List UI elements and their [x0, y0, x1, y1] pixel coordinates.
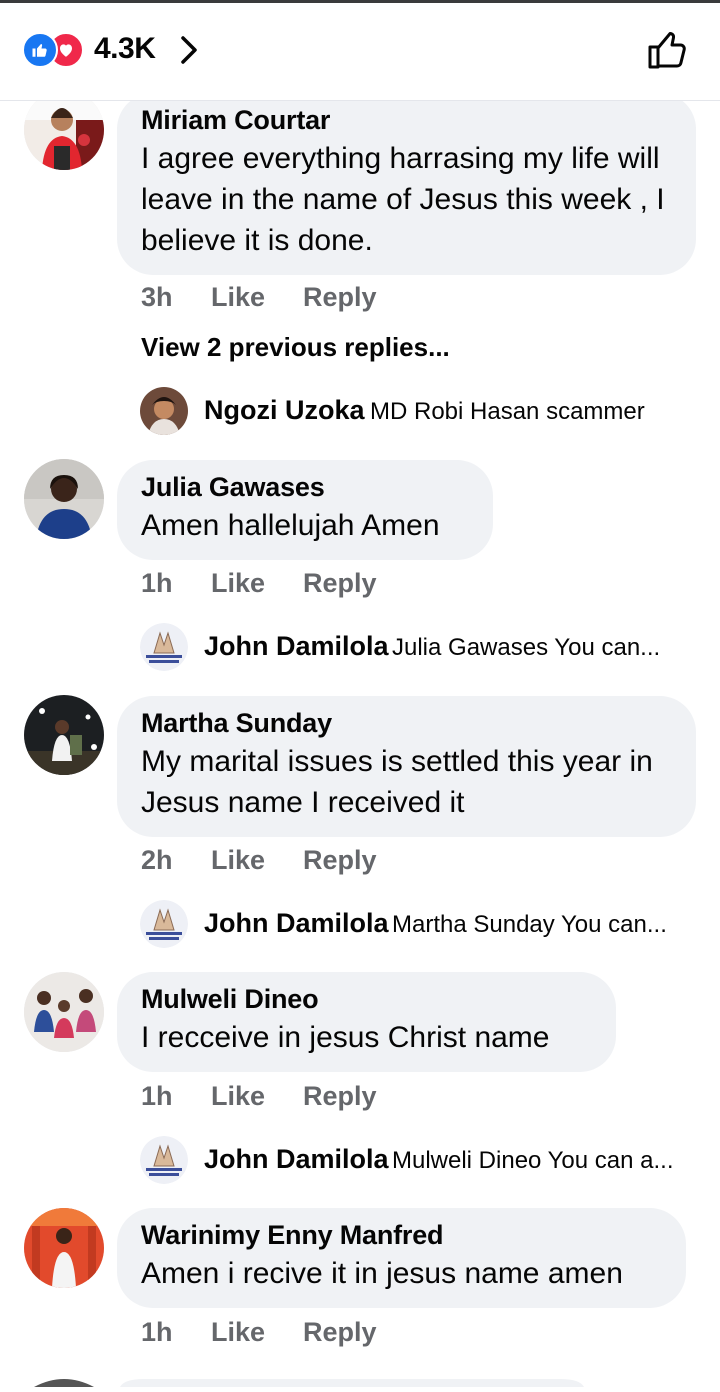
comment-bubble[interactable]: Warinimy Enny Manfred Amen i recive it i… — [117, 1208, 686, 1308]
comment-bubble[interactable]: Miriam Courtar I agree everything harras… — [117, 93, 696, 275]
comment-text: My marital issues is settled this year i… — [141, 745, 653, 819]
reactions-bar: 4.3K — [0, 0, 720, 101]
comment-author[interactable]: Warinimy Enny Manfred — [141, 1218, 662, 1252]
reply-preview[interactable]: John Damilola Martha Sunday You can... — [140, 900, 700, 948]
comment-text: Amen hallelujah Amen — [141, 509, 440, 542]
reply-avatar[interactable] — [140, 1136, 188, 1184]
reply-text: Julia Gawases You can... — [392, 634, 661, 661]
reply-button[interactable]: Reply — [303, 1317, 377, 1348]
reply-avatar[interactable] — [140, 387, 188, 435]
view-previous-replies-link[interactable]: View 2 previous replies... — [141, 332, 450, 363]
thumbs-up-outline-icon[interactable] — [646, 28, 690, 77]
comment-text: Amen i recive it in jesus name amen — [141, 1257, 623, 1290]
comment-bubble[interactable]: Julia Gawases Amen hallelujah Amen — [117, 460, 493, 560]
next-comment-partial — [0, 1374, 720, 1387]
avatar[interactable] — [24, 459, 104, 539]
reply-text: Mulweli Dineo You can a... — [392, 1147, 674, 1174]
reaction-count[interactable]: 4.3K — [94, 32, 156, 66]
reply-avatar[interactable] — [140, 623, 188, 671]
like-reaction-icon — [22, 32, 58, 68]
reply-preview[interactable]: John Damilola Julia Gawases You can... — [140, 623, 700, 671]
reply-button[interactable]: Reply — [303, 1081, 377, 1112]
comment-author[interactable]: Julia Gawases — [141, 470, 469, 504]
reply-preview[interactable]: Ngozi Uzoka MD Robi Hasan scammer — [140, 387, 700, 435]
reply-text: Martha Sunday You can... — [392, 911, 667, 938]
reply-avatar[interactable] — [140, 900, 188, 948]
reply-text: MD Robi Hasan scammer — [370, 398, 645, 425]
reply-author[interactable]: John Damilola — [204, 631, 389, 662]
comment-author[interactable]: Mulweli Dineo — [141, 982, 592, 1016]
comment-text: I recceive in jesus Christ name — [141, 1021, 550, 1054]
comment-bubble[interactable]: Mulweli Dineo I recceive in jesus Christ… — [117, 972, 616, 1072]
comment-bubble[interactable]: Martha Sunday My marital issues is settl… — [117, 696, 696, 837]
like-button[interactable]: Like — [211, 282, 265, 313]
reply-author[interactable]: John Damilola — [204, 1144, 389, 1175]
avatar[interactable] — [24, 1208, 104, 1288]
comment-author[interactable]: Miriam Courtar — [141, 103, 672, 137]
like-button[interactable]: Like — [211, 845, 265, 876]
comment-time[interactable]: 1h — [141, 568, 173, 599]
comment-time[interactable]: 1h — [141, 1081, 173, 1112]
avatar[interactable] — [24, 695, 104, 775]
chevron-right-icon[interactable] — [178, 34, 200, 71]
reply-author[interactable]: Ngozi Uzoka — [204, 395, 365, 426]
avatar[interactable] — [24, 90, 104, 170]
comment-text: I agree everything harrasing my life wil… — [141, 142, 665, 257]
reply-button[interactable]: Reply — [303, 282, 377, 313]
like-button[interactable]: Like — [211, 568, 265, 599]
like-button[interactable]: Like — [211, 1081, 265, 1112]
reply-preview[interactable]: John Damilola Mulweli Dineo You can a... — [140, 1136, 700, 1184]
comment-time[interactable]: 3h — [141, 282, 173, 313]
comment-author[interactable]: Martha Sunday — [141, 706, 672, 740]
comment-time[interactable]: 2h — [141, 845, 173, 876]
comment-time[interactable]: 1h — [141, 1317, 173, 1348]
reply-button[interactable]: Reply — [303, 568, 377, 599]
reply-button[interactable]: Reply — [303, 845, 377, 876]
like-button[interactable]: Like — [211, 1317, 265, 1348]
reply-author[interactable]: John Damilola — [204, 908, 389, 939]
avatar[interactable] — [24, 972, 104, 1052]
